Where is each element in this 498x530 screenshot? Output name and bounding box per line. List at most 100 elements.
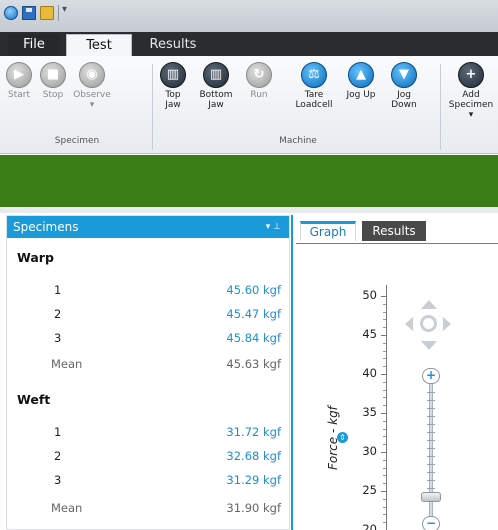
y-tick-label: 25 xyxy=(362,483,377,497)
specimen-row-value[interactable]: 31.29 kgf xyxy=(197,473,281,487)
group-title-weft: Weft xyxy=(17,392,51,407)
y-tick xyxy=(381,335,386,336)
y-minor-tick xyxy=(383,389,386,391)
y-minor-tick xyxy=(383,483,386,485)
slider-tick xyxy=(427,424,435,425)
y-minor-tick xyxy=(383,514,386,516)
y-tick-label: 45 xyxy=(362,327,377,341)
y-tick xyxy=(381,491,386,492)
y-tick xyxy=(381,296,386,297)
tare-loadcell-button[interactable]: ⚖ Tare Loadcell xyxy=(290,62,338,122)
tab-test[interactable]: Test xyxy=(66,34,132,56)
slider-tick xyxy=(427,400,435,401)
customize-icon[interactable]: ▾ xyxy=(62,4,67,15)
tab-results[interactable]: Results xyxy=(140,34,206,56)
top-jaw-icon: ▥ xyxy=(160,62,186,88)
pan-up-icon[interactable] xyxy=(421,300,437,309)
stop-icon: ■ xyxy=(40,62,66,88)
y-minor-tick xyxy=(383,522,386,524)
slider-tick xyxy=(427,416,435,417)
y-minor-tick xyxy=(383,459,386,461)
y-minor-tick xyxy=(383,366,386,368)
app-window: ▾ File Test Results ▶ Start ■ Stop ◉ Obs… xyxy=(0,0,498,530)
observe-button[interactable]: ◉ Observe ▾ xyxy=(72,62,112,122)
y-tick-label: 20 xyxy=(362,522,377,530)
add-specimen-label: Add Specimen xyxy=(448,90,494,110)
specimen-row-id: 2 xyxy=(54,449,62,463)
y-axis xyxy=(386,285,387,530)
pan-control xyxy=(398,300,458,350)
zoom-in-icon[interactable]: + xyxy=(422,368,440,384)
pan-center-icon[interactable] xyxy=(420,315,437,332)
jog-down-label: Jog Down xyxy=(391,90,417,110)
y-minor-tick xyxy=(383,444,386,446)
start-button[interactable]: ▶ Start xyxy=(4,62,34,122)
axis-zoom-icon[interactable]: ⇕ xyxy=(337,432,348,443)
specimen-row-value[interactable]: 45.47 kgf xyxy=(197,307,281,321)
specimens-panel-header: Specimens ▾ ⊥ xyxy=(7,216,289,238)
specimen-row-value[interactable]: 31.72 kgf xyxy=(197,425,281,439)
specimen-row-value[interactable]: 32.68 kgf xyxy=(197,449,281,463)
save-icon[interactable] xyxy=(22,6,36,20)
add-specimen-icon: + xyxy=(458,62,484,88)
jog-down-button[interactable]: ▼ Jog Down xyxy=(384,62,424,122)
slider-tick xyxy=(427,456,435,457)
stop-button[interactable]: ■ Stop xyxy=(38,62,68,122)
panel-pin-icon[interactable]: ▾ ⊥ xyxy=(266,216,281,238)
run-icon: ↻ xyxy=(246,62,272,88)
slider-tick xyxy=(427,448,435,449)
jog-down-icon: ▼ xyxy=(391,62,417,88)
zoom-slider-thumb[interactable] xyxy=(421,492,441,502)
slider-tick xyxy=(427,480,435,481)
specimen-group-label: Specimen xyxy=(54,136,100,146)
stop-label: Stop xyxy=(42,90,64,100)
zoom-slider[interactable]: + − xyxy=(421,368,441,530)
zoom-out-icon[interactable]: − xyxy=(422,516,440,530)
mean-value: 31.90 kgf xyxy=(226,501,281,515)
y-minor-tick xyxy=(383,358,386,360)
add-specimen-button[interactable]: + Add Specimen ▾ xyxy=(446,62,496,122)
slider-tick xyxy=(427,472,435,473)
open-folder-icon[interactable] xyxy=(40,6,54,20)
specimen-row-value[interactable]: 45.84 kgf xyxy=(197,331,281,345)
y-tick-label: 35 xyxy=(362,405,377,419)
tare-loadcell-label: Tare Loadcell xyxy=(295,90,333,110)
pan-right-icon[interactable] xyxy=(443,317,451,331)
observe-dropdown-icon[interactable]: ▾ xyxy=(72,100,112,110)
specimens-panel: Specimens ▾ ⊥ Warp 1 45.60 kgf 2 45.47 k… xyxy=(6,215,290,530)
ribbon: ▶ Start ■ Stop ◉ Observe ▾ Specimen ▥ To… xyxy=(0,56,498,154)
panel-gap xyxy=(0,207,498,213)
bottom-jaw-button[interactable]: ▥ Bottom Jaw xyxy=(196,62,236,122)
tab-file[interactable]: File xyxy=(8,34,60,56)
pan-left-icon[interactable] xyxy=(405,317,413,331)
y-minor-tick xyxy=(383,350,386,352)
y-minor-tick xyxy=(383,319,386,321)
specimen-row-id: 3 xyxy=(54,331,62,345)
panel-splitter[interactable] xyxy=(291,215,293,530)
y-minor-tick xyxy=(383,311,386,313)
run-button[interactable]: ↻ Run xyxy=(244,62,274,122)
quick-access-toolbar: ▾ xyxy=(0,0,498,32)
tare-loadcell-icon: ⚖ xyxy=(301,62,327,88)
app-orb-icon[interactable] xyxy=(4,6,18,20)
y-minor-tick xyxy=(383,397,386,399)
tab-graph[interactable]: Graph xyxy=(300,221,356,241)
specimen-row-value[interactable]: 45.60 kgf xyxy=(197,283,281,297)
specimen-row-id: 1 xyxy=(54,425,62,439)
y-minor-tick xyxy=(383,327,386,329)
start-label: Start xyxy=(8,90,30,100)
y-minor-tick xyxy=(383,420,386,422)
top-jaw-button[interactable]: ▥ Top Jaw xyxy=(158,62,188,122)
slider-tick xyxy=(427,392,435,393)
graph-area xyxy=(296,243,498,530)
pan-down-icon[interactable] xyxy=(421,341,437,350)
slider-tick xyxy=(427,440,435,441)
slider-tick xyxy=(427,488,435,489)
add-specimen-dropdown-icon[interactable]: ▾ xyxy=(446,110,496,120)
tab-graph-results[interactable]: Results xyxy=(362,221,426,241)
slider-tick xyxy=(427,464,435,465)
jog-up-button[interactable]: ▲ Jog Up xyxy=(344,62,378,122)
status-bar-green xyxy=(0,155,498,207)
y-minor-tick xyxy=(383,436,386,438)
y-minor-tick xyxy=(383,342,386,344)
